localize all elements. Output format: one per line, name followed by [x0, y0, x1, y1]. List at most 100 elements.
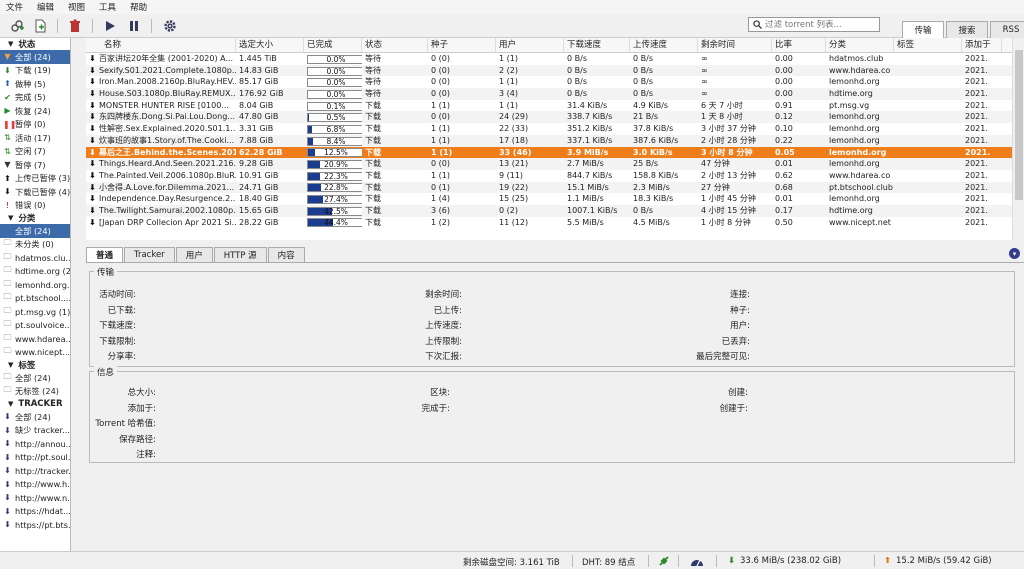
tab-transfers[interactable]: 传输 — [902, 21, 944, 38]
column-header[interactable]: 添加于 — [962, 38, 1002, 52]
collapse-triangle-icon[interactable]: ▼ — [8, 214, 13, 222]
tab-rss[interactable]: RSS — [990, 21, 1024, 38]
sidebar-category-item[interactable]: 🗀 www.nicept.... — [0, 346, 71, 360]
sidebar-category-item[interactable]: 🗀 lemonhd.org... — [0, 278, 71, 292]
tab-general[interactable]: 普通 — [86, 247, 124, 262]
table-row[interactable]: ⬇ The.Twilight.Samurai.2002.1080p... 15.65… — [86, 204, 1012, 217]
sidebar-category-item[interactable]: 🗀 hdtime.org (2) — [0, 265, 71, 279]
collapse-triangle-icon[interactable]: ▼ — [8, 40, 13, 48]
sidebar-tracker-item[interactable]: ⬇ https://hdat... — [0, 505, 70, 519]
table-row[interactable]: ⬇ 炊事班的故事1.Story.of.The.Cooki... 7.88 GiB 8.… — [86, 134, 1012, 147]
vertical-scrollbar[interactable] — [1012, 38, 1024, 240]
menu-item[interactable]: 编辑 — [37, 1, 54, 13]
sidebar-status-item[interactable]: ⬇ 下载已暂停 (4) — [0, 185, 70, 199]
sidebar-status-item[interactable]: ✔ 完成 (5) — [0, 91, 70, 105]
table-row[interactable]: ⬇ 小舍得.A.Love.for.Dilemma.2021... 24.71 GiB… — [86, 181, 1012, 194]
column-header[interactable]: 状态 — [362, 38, 428, 52]
table-row[interactable]: ⬇ 百家讲坛20年全集 (2001-2020) A... 1.445 TiB 0.0%… — [86, 53, 1012, 65]
sidebar-status-item[interactable]: ▼ 全部 (24) — [0, 50, 70, 64]
column-header[interactable]: 剩余时间 — [698, 38, 772, 52]
sidebar-category-item[interactable]: 🗀 hdatmos.clu... — [0, 251, 71, 265]
sidebar-status-item[interactable]: ▼ 暂停 (7) — [0, 158, 70, 172]
progress-bar: 0.1% — [307, 101, 362, 111]
column-header[interactable]: 下载速度 — [564, 38, 630, 52]
sidebar-tracker-item[interactable]: ⬇ https://pt.bts... — [0, 518, 70, 532]
pause-icon[interactable] — [125, 17, 143, 35]
tab-trackers[interactable]: Tracker — [124, 247, 175, 262]
table-row[interactable]: ⬇ House.S03.1080p.BluRay.REMUX... 176.92 G… — [86, 88, 1012, 100]
sidebar-status-item[interactable]: ⬆ 上传已暂停 (3) — [0, 172, 70, 186]
sidebar-tracker-item[interactable]: ⬇ 缺少 tracker... — [0, 424, 70, 438]
add-file-icon[interactable] — [31, 17, 49, 35]
scrollbar-thumb[interactable] — [1015, 50, 1023, 200]
sidebar-tag-item[interactable]: 🗀 无标签 (24) — [0, 385, 70, 399]
menu-item[interactable]: 帮助 — [130, 1, 147, 13]
sidebar-category-item[interactable]: 全部 (24) — [0, 224, 70, 238]
column-header[interactable]: 已完成 — [304, 38, 362, 52]
tracker-header[interactable]: ▼ TRACKER — [0, 398, 70, 410]
table-row[interactable]: ⬇ Things.Heard.And.Seen.2021.216... 9.28 G… — [86, 158, 1012, 170]
sidebar-tracker-item[interactable]: ⬇ http://www.h... — [0, 478, 70, 492]
menu-item[interactable]: 文件 — [6, 1, 23, 13]
table-row[interactable]: ⬇ Sexify.S01.2021.Complete.1080p... 14.83 … — [86, 64, 1012, 77]
column-header[interactable]: 名称 — [86, 38, 236, 52]
table-row[interactable]: ⬇ Independence.Day.Resurgence.2... 18.40 G… — [86, 193, 1012, 205]
table-row[interactable]: ⬇ 性解密.Sex.Explained.2020.S01.1... 3.31 GiB… — [86, 123, 1012, 135]
search-input[interactable] — [765, 19, 875, 30]
sidebar-status-item[interactable]: ▶ 恢复 (24) — [0, 104, 70, 118]
add-link-icon[interactable] — [8, 17, 26, 35]
sidebar-tracker-item[interactable]: ⬇ http://tracker... — [0, 464, 70, 478]
menu-item[interactable]: 视图 — [68, 1, 85, 13]
sidebar-status-item[interactable]: ⇅ 空闲 (7) — [0, 145, 70, 159]
table-row[interactable]: ⬇ Iron.Man.2008.2160p.BluRay.HEV... 85.17 … — [86, 76, 1012, 88]
table-row[interactable]: ⬇ The.Painted.Veil.2006.1080p.BluR... 10.9… — [86, 170, 1012, 182]
resume-icon[interactable] — [101, 17, 119, 35]
table-row[interactable]: ⬇ [Japan DRP Collecion Apr 2021 Si... 28.2… — [86, 217, 1012, 229]
connection-status-icon[interactable] — [658, 555, 670, 569]
sidebar-status-item[interactable]: ❚❚ 暂停 (0) — [0, 118, 70, 132]
status-header[interactable]: ▼ 状态 — [0, 38, 70, 50]
progress-text: 27.4% — [324, 195, 348, 205]
column-header[interactable]: 标签 — [894, 38, 962, 52]
sidebar-category-item[interactable]: 🗀 www.hdarea.... — [0, 332, 71, 346]
column-header[interactable]: 比率 — [772, 38, 826, 52]
sidebar-status-item[interactable]: ⬇ 下载 (19) — [0, 64, 70, 78]
sidebar-tracker-item[interactable]: ⬇ http://www.n... — [0, 491, 70, 505]
collapse-triangle-icon[interactable]: ▼ — [8, 361, 13, 369]
menu-item[interactable]: 工具 — [99, 1, 116, 13]
sidebar-status-item[interactable]: ⇅ 活动 (17) — [0, 131, 70, 145]
delete-icon[interactable] — [66, 17, 84, 35]
sidebar-category-item[interactable]: 🗀 pt.btschool.... — [0, 292, 71, 306]
collapse-icon[interactable]: ▾ — [1009, 248, 1020, 259]
sidebar-status-item[interactable]: ! 错误 (0) — [0, 199, 70, 213]
table-row[interactable]: ⬇ 东四牌楼东.Dong.Si.Pai.Lou.Dong... 47.80 GiB 0… — [86, 111, 1012, 124]
torrent-filter[interactable] — [748, 17, 880, 32]
column-header[interactable]: 用户 — [496, 38, 564, 52]
column-header[interactable]: 上传速度 — [630, 38, 698, 52]
sidebar-tracker-item[interactable]: ⬇ http://pt.soul... — [0, 451, 70, 465]
splitter[interactable] — [86, 240, 1024, 245]
collapse-triangle-icon[interactable]: ▼ — [8, 400, 13, 408]
sidebar-category-item[interactable]: 🗀 未分类 (0) — [0, 238, 70, 252]
sidebar-tracker-item[interactable]: ⬇ http://annou... — [0, 437, 70, 451]
column-header[interactable]: 种子 — [428, 38, 496, 52]
tab-content[interactable]: 内容 — [267, 247, 305, 262]
settings-icon[interactable] — [161, 17, 179, 35]
sidebar-category-item[interactable]: 🗀 pt.msg.vg (1) — [0, 305, 71, 319]
tag-header[interactable]: ▼ 标签 — [0, 359, 70, 371]
cell-seeds: 0 (0) — [431, 77, 450, 87]
sidebar-category-item[interactable]: 🗀 pt.soulvoice.... — [0, 319, 71, 333]
sidebar-tag-item[interactable]: 🗀 全部 (24) — [0, 371, 70, 385]
category-header[interactable]: ▼ 分类 — [0, 212, 70, 224]
table-row[interactable]: ⬇ MONSTER HUNTER RISE [0100... 8.04 GiB 0.1… — [86, 100, 1012, 112]
table-row[interactable]: ⬇幕后之王.Behind.the.Scenes.2019...62.28 GiB… — [86, 146, 1012, 159]
sidebar-item-label: 全部 (24) — [15, 372, 51, 383]
tab-http-sources[interactable]: HTTP 源 — [213, 247, 267, 262]
tab-peers[interactable]: 用户 — [175, 247, 213, 262]
tab-search[interactable]: 搜索 — [946, 21, 988, 38]
sidebar-status-item[interactable]: ⬆ 做种 (5) — [0, 77, 70, 91]
sidebar-tracker-item[interactable]: ⬇ 全部 (24) — [0, 410, 70, 424]
column-header[interactable]: 选定大小 — [236, 38, 304, 52]
column-header[interactable]: 分类 — [826, 38, 894, 52]
speed-limit-icon[interactable] — [690, 555, 704, 569]
